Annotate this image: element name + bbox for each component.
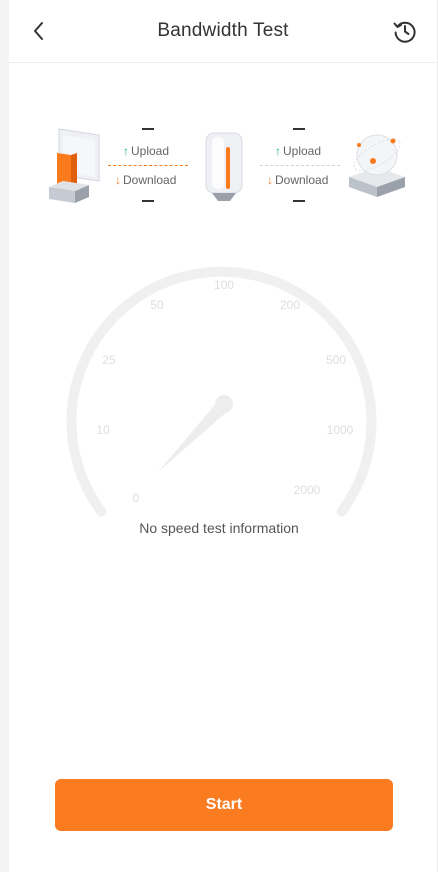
right-download-value — [293, 200, 305, 202]
tick-label: 500 — [325, 353, 347, 367]
left-upload-rate: ↑ Upload — [123, 144, 169, 158]
upload-arrow-icon: ↑ — [123, 144, 129, 158]
left-download-value — [142, 200, 154, 202]
history-icon — [393, 21, 416, 43]
tick-label: 50 — [150, 298, 164, 312]
gauge-hub — [215, 395, 233, 413]
back-button[interactable] — [27, 17, 53, 45]
tick-label: 2000 — [293, 483, 321, 497]
left-upload-label: Upload — [131, 144, 170, 158]
internet-icon — [349, 134, 405, 197]
router-icon — [205, 132, 243, 201]
left-upload-value — [142, 128, 154, 130]
history-button[interactable] — [391, 17, 419, 45]
chevron-left-icon — [34, 22, 43, 40]
left-download-rate: ↓ Download — [115, 173, 176, 187]
tick-label: 25 — [102, 353, 116, 367]
status-text: No speed test information — [139, 520, 299, 536]
network-diagram: ↑ Upload ↓ Download ↑ Upload ↓ Download — [0, 115, 438, 215]
right-download-rate: ↓ Download — [267, 173, 328, 187]
computer-icon — [49, 128, 100, 203]
tick-label: 0 — [132, 491, 140, 505]
left-download-label: Download — [123, 173, 177, 187]
right-upload-rate: ↑ Upload — [275, 144, 321, 158]
gauge-track — [66, 266, 377, 517]
tick-label: 1000 — [326, 423, 354, 437]
right-upload-label: Upload — [283, 144, 322, 158]
upload-arrow-icon: ↑ — [275, 144, 281, 158]
download-arrow-icon: ↓ — [267, 173, 273, 187]
right-link-line — [260, 165, 340, 166]
start-button[interactable]: Start — [55, 779, 393, 831]
download-arrow-icon: ↓ — [115, 173, 121, 187]
tick-label: 10 — [96, 423, 110, 437]
header-bar: Bandwidth Test — [9, 0, 437, 63]
tick-label: 100 — [213, 278, 235, 292]
tick-label: 200 — [279, 298, 301, 312]
left-link-line — [108, 165, 188, 166]
right-download-label: Download — [275, 173, 329, 187]
right-upload-value — [293, 128, 305, 130]
speed-gauge: 0 10 25 50 100 200 500 1000 2000 — [0, 240, 438, 540]
page-title: Bandwidth Test — [157, 20, 289, 41]
